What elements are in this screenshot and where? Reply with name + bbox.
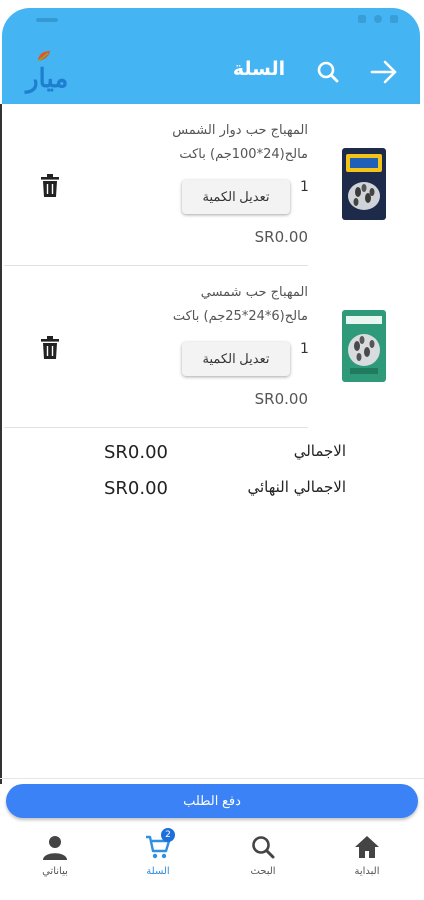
nav-label-profile: بياناتي — [42, 866, 68, 877]
signal-icon — [358, 15, 366, 23]
item-name: المهباج حب دوار الشمس مالح(24*100جم) باك… — [98, 120, 308, 166]
subtotal-value: SR0.00 — [104, 442, 169, 463]
nav-item-search[interactable]: البحث — [228, 834, 298, 890]
pay-order-button[interactable]: دفع الطلب — [6, 784, 418, 818]
grand-total-value: SR0.00 — [104, 478, 169, 499]
product-image — [342, 148, 386, 220]
nav-label-home: البداية — [354, 866, 380, 877]
item-name-line2: مالح(6*24*25جم) باكت — [172, 309, 308, 324]
item-quantity: 1 — [300, 179, 309, 195]
trash-icon[interactable] — [40, 336, 60, 360]
item-quantity: 1 — [300, 341, 309, 357]
arrow-right-icon[interactable] — [368, 58, 400, 86]
home-icon — [355, 836, 379, 858]
status-icons — [358, 15, 398, 23]
subtotal-label: الاجمالي — [293, 442, 346, 460]
brand-logo[interactable]: ميار — [24, 50, 72, 96]
search-icon[interactable] — [314, 58, 342, 86]
item-name-line1: المهباج حب دوار الشمس — [172, 123, 308, 138]
item-name: المهباج حب شمسي مالح(6*24*25جم) باكت — [98, 282, 308, 328]
item-price: SR0.00 — [254, 228, 308, 246]
wifi-icon — [374, 15, 382, 23]
person-icon — [43, 836, 67, 860]
nav-item-home[interactable]: البداية — [332, 834, 402, 890]
cart-icon-wrap: 2 — [145, 828, 175, 860]
logo-text: ميار — [26, 64, 69, 94]
edit-quantity-button[interactable]: تعديل الكمية — [182, 342, 290, 376]
nav-item-cart[interactable]: 2 السلة — [123, 828, 193, 890]
bottom-nav: بياناتي 2 السلة البحث البداية — [0, 826, 424, 900]
grand-total-label: الاجمالي النهائي — [247, 478, 346, 496]
subtotal-row: الاجمالي SR0.00 — [92, 442, 346, 468]
page-title: السلة — [232, 58, 286, 80]
trash-icon[interactable] — [40, 174, 60, 198]
app-bar: ميار السلة — [2, 8, 420, 104]
nav-label-search: البحث — [250, 866, 276, 877]
status-bar — [2, 8, 420, 32]
product-image — [342, 310, 386, 382]
status-notch — [36, 18, 58, 22]
logo-leaf-icon — [37, 51, 50, 62]
item-name-line2: مالح(24*100جم) باكت — [179, 147, 308, 162]
nav-item-profile[interactable]: بياناتي — [20, 834, 90, 890]
footer-divider — [0, 778, 424, 779]
edit-quantity-button[interactable]: تعديل الكمية — [182, 180, 290, 214]
item-name-line1: المهباج حب شمسي — [200, 285, 308, 300]
app-screen: ميار السلة المهباج حب دوار الشمس مالح(24… — [0, 0, 424, 900]
nav-label-cart: السلة — [146, 866, 170, 877]
item-price: SR0.00 — [254, 390, 308, 408]
search-icon — [252, 836, 275, 859]
grand-total-row: الاجمالي النهائي SR0.00 — [92, 478, 346, 504]
cart-badge: 2 — [161, 828, 175, 842]
battery-icon — [390, 15, 398, 23]
cart-content: المهباج حب دوار الشمس مالح(24*100جم) باك… — [0, 104, 424, 784]
